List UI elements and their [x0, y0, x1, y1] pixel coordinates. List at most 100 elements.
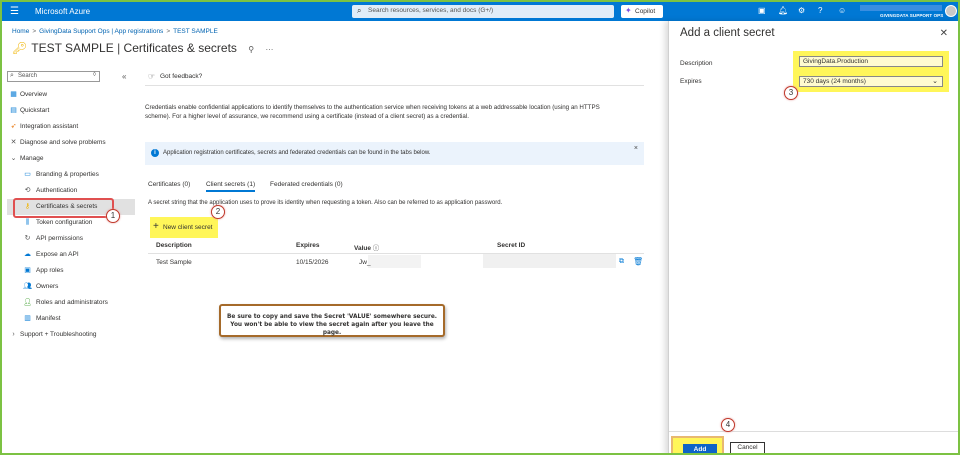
filter-icon[interactable]: ◊: [93, 72, 96, 78]
global-search-placeholder: Search resources, services, and docs (G+…: [368, 7, 494, 14]
sidebar-search-input[interactable]: ⌕ Search ◊: [7, 71, 100, 82]
grid-icon: ▦: [10, 91, 17, 98]
admin-icon: 👤︎: [23, 299, 32, 306]
feedback-label: Got feedback?: [160, 73, 203, 80]
top-bar: ☰ Microsoft Azure ⌕ Search resources, se…: [2, 2, 958, 21]
column-header-secret-id: Secret ID: [497, 242, 526, 249]
sidebar-item-diagnose[interactable]: ✕ Diagnose and solve problems: [7, 135, 135, 151]
search-icon: ⌕: [10, 72, 14, 79]
key-icon: 🔑︎: [12, 41, 28, 55]
expires-label: Expires: [680, 78, 702, 85]
column-header-value: Value ⓘ: [354, 245, 380, 252]
sidebar-item-app-roles[interactable]: ▣ App roles: [7, 263, 135, 279]
panel-title: Add a client secret: [680, 27, 775, 39]
collapse-sidebar-icon[interactable]: «: [122, 72, 126, 81]
quickstart-icon: ▤: [10, 107, 17, 114]
sidebar-item-branding[interactable]: ▭ Branding & properties: [7, 167, 135, 183]
window-frame: ☰ Microsoft Azure ⌕ Search resources, se…: [0, 0, 960, 455]
copilot-label: Copilot: [635, 8, 656, 15]
tab-client-secrets[interactable]: Client secrets (1): [206, 181, 256, 192]
tab-federated-credentials[interactable]: Federated credentials (0): [270, 181, 343, 188]
notifications-icon[interactable]: 🔔︎: [778, 6, 788, 15]
cloud-icon: ☁: [24, 251, 31, 258]
callout-number-1: 1: [106, 209, 120, 223]
page-title: 🔑︎ TEST SAMPLE | Certificates & secrets ⚲…: [12, 41, 273, 55]
info-icon: i: [151, 149, 159, 157]
copy-icon[interactable]: ⧉: [619, 258, 624, 266]
breadcrumb-app[interactable]: TEST SAMPLE: [173, 28, 218, 35]
close-icon[interactable]: ✕: [940, 28, 948, 39]
auth-icon: ⟲: [24, 187, 31, 194]
sidebar-search-placeholder: Search: [18, 73, 38, 79]
sidebar-item-label: Quickstart: [20, 107, 50, 114]
page-title-app: TEST SAMPLE: [31, 41, 114, 55]
delete-trash-icon[interactable]: 🗑︎: [633, 257, 643, 266]
column-header-expires: Expires: [296, 242, 320, 249]
settings-gear-icon[interactable]: ⚙: [798, 6, 805, 15]
global-search-input[interactable]: ⌕ Search resources, services, and docs (…: [352, 5, 614, 18]
info-banner: i Application registration certificates,…: [145, 142, 644, 165]
cloud-shell-icon[interactable]: ▣: [758, 6, 766, 15]
note-line-1: Be sure to copy and save the Secret 'VAL…: [226, 314, 438, 320]
feedback-icon: ☞: [148, 72, 156, 81]
chevron-down-icon: ⌄: [932, 78, 938, 85]
column-header-description: Description: [156, 242, 192, 249]
copilot-button[interactable]: ✦ Copilot: [621, 5, 663, 18]
feedback-person-icon[interactable]: ☺: [838, 6, 846, 15]
annotation-note: Be sure to copy and save the Secret 'VAL…: [219, 304, 445, 337]
add-button[interactable]: Add: [683, 444, 717, 453]
expires-value: 730 days (24 months): [803, 78, 866, 85]
manifest-icon: ▥: [24, 315, 31, 322]
sidebar-item-api-permissions[interactable]: ↻ API permissions: [7, 231, 135, 247]
help-icon[interactable]: ?: [818, 6, 822, 15]
expires-select[interactable]: 730 days (24 months) ⌄: [799, 76, 943, 87]
account-name-redacted[interactable]: [860, 5, 942, 11]
copilot-icon: ✦: [625, 6, 632, 15]
sidebar-group-manage[interactable]: ⌄ Manage: [7, 151, 135, 167]
description-label: Description: [680, 60, 713, 67]
add-client-secret-panel: Add a client secret ✕ Description Giving…: [668, 21, 958, 453]
brand-label[interactable]: Microsoft Azure: [35, 7, 90, 16]
secret-id-redacted: [483, 254, 616, 268]
sidebar-item-integration-assistant[interactable]: ➶ Integration assistant: [7, 119, 135, 135]
breadcrumb: Home > GivingData Support Ops | App regist…: [12, 28, 218, 35]
info-text: Application registration certificates, s…: [163, 150, 431, 156]
sidebar-item-label: Token configuration: [36, 219, 93, 226]
sidebar-item-label: Authentication: [36, 187, 78, 194]
feedback-button[interactable]: ☞ Got feedback?: [145, 70, 644, 86]
more-options-icon[interactable]: ···: [265, 45, 273, 54]
add-button-highlight: Add: [671, 436, 724, 453]
row-description: Test Sample: [156, 259, 192, 266]
sidebar-item-authentication[interactable]: ⟲ Authentication: [7, 183, 135, 199]
sidebar-item-label: API permissions: [36, 235, 83, 242]
avatar[interactable]: [945, 5, 957, 17]
chevron-down-icon: ⌄: [10, 155, 17, 162]
breadcrumb-app-registrations[interactable]: GivingData Support Ops | App registratio…: [39, 28, 163, 35]
callout-number-4: 4: [721, 418, 735, 432]
cancel-button[interactable]: Cancel: [730, 442, 765, 453]
highlight-box-certificates: [13, 198, 114, 218]
page-title-section: Certificates & secrets: [123, 41, 237, 55]
secret-value-redacted: [368, 255, 421, 268]
tab-certificates[interactable]: Certificates (0): [148, 181, 190, 188]
description-input[interactable]: GivingData.Production: [799, 56, 943, 67]
close-icon[interactable]: ×: [634, 145, 638, 152]
breadcrumb-home[interactable]: Home: [12, 28, 29, 35]
pin-icon[interactable]: ⚲: [248, 45, 254, 54]
hamburger-menu-icon[interactable]: ☰: [10, 6, 19, 17]
sidebar-item-expose-api[interactable]: ☁ Expose an API: [7, 247, 135, 263]
account-org[interactable]: GIVINGDATA SUPPORT OPS: [880, 13, 943, 18]
sidebar-item-label: Overview: [20, 91, 48, 98]
note-line-2: You won't be able to view the secret aga…: [230, 322, 434, 336]
tab-description: A secret string that the application use…: [148, 200, 503, 206]
panel-footer: Add Cancel: [669, 431, 958, 453]
sidebar-item-overview[interactable]: ▦ Overview: [7, 87, 135, 103]
plus-icon: +: [153, 221, 159, 232]
sidebar-item-owners[interactable]: 👥︎ Owners: [7, 279, 135, 295]
sidebar-item-roles-admins[interactable]: 👤︎ Roles and administrators: [7, 295, 135, 311]
new-client-secret-button[interactable]: + New client secret: [150, 217, 218, 238]
sidebar-item-manifest[interactable]: ▥ Manifest: [7, 311, 135, 327]
sidebar-item-label: Owners: [36, 283, 59, 290]
sidebar-group-support[interactable]: › Support + Troubleshooting: [7, 327, 135, 343]
sidebar-item-quickstart[interactable]: ▤ Quickstart: [7, 103, 135, 119]
